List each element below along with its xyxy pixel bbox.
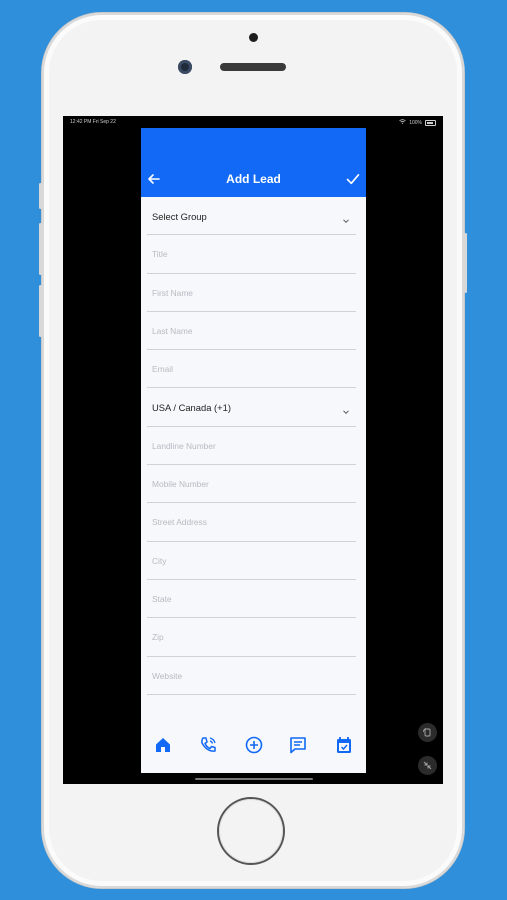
mute-switch (39, 183, 42, 209)
city-field[interactable]: City (141, 542, 366, 580)
app-window: Add Lead Select Group Title First Name L… (141, 128, 366, 773)
message-icon[interactable] (288, 735, 308, 755)
state-placeholder: State (152, 593, 172, 604)
home-indicator (195, 778, 313, 780)
title-field[interactable]: Title (141, 235, 366, 274)
zip-field[interactable]: Zip (141, 618, 366, 657)
first-name-placeholder: First Name (152, 287, 193, 298)
bottom-tab-bar (141, 713, 366, 773)
add-circle-icon[interactable] (244, 735, 264, 755)
city-placeholder: City (152, 555, 167, 566)
calendar-icon[interactable] (334, 735, 354, 755)
volume-up-button (39, 223, 42, 275)
landline-placeholder: Landline Number (152, 440, 216, 451)
proximity-sensor (249, 33, 258, 42)
status-indicators: 100% (399, 119, 436, 126)
country-code-select[interactable]: USA / Canada (+1) (141, 388, 366, 427)
website-placeholder: Website (152, 670, 183, 681)
street-address-placeholder: Street Address (152, 517, 207, 528)
status-time: 12:42 PM Fri Sep 22 (70, 119, 116, 125)
last-name-field[interactable]: Last Name (141, 312, 366, 351)
mobile-placeholder: Mobile Number (152, 479, 209, 490)
power-button (464, 233, 467, 293)
divider (147, 693, 356, 695)
page-title: Add Lead (226, 172, 281, 186)
home-button[interactable] (219, 799, 283, 863)
zip-placeholder: Zip (152, 632, 164, 643)
volume-down-button (39, 285, 42, 337)
street-address-field[interactable]: Street Address (141, 503, 366, 542)
email-field[interactable]: Email (141, 350, 366, 389)
wifi-icon (399, 119, 406, 126)
last-name-placeholder: Last Name (152, 325, 193, 336)
battery-icon (425, 119, 436, 126)
website-field[interactable]: Website (141, 657, 366, 695)
group-select[interactable]: Select Group (141, 197, 366, 236)
country-code-value: USA / Canada (+1) (152, 402, 231, 414)
chevron-down-icon (342, 212, 350, 224)
phone-call-icon[interactable] (198, 735, 218, 755)
lead-form: Select Group Title First Name Last Name … (141, 197, 366, 695)
rotate-icon[interactable] (418, 723, 437, 742)
compress-icon[interactable] (418, 756, 437, 775)
mobile-field[interactable]: Mobile Number (141, 465, 366, 504)
landline-field[interactable]: Landline Number (141, 427, 366, 466)
email-placeholder: Email (152, 364, 173, 375)
chevron-down-icon (342, 403, 350, 415)
check-icon[interactable] (345, 171, 361, 187)
screen: 12:42 PM Fri Sep 22 100% Add Lead Select… (63, 116, 443, 784)
front-camera (178, 60, 192, 74)
battery-percent: 100% (409, 119, 422, 126)
state-field[interactable]: State (141, 580, 366, 619)
title-placeholder: Title (152, 249, 168, 260)
first-name-field[interactable]: First Name (141, 274, 366, 312)
home-icon[interactable] (153, 735, 173, 755)
group-select-value: Select Group (152, 211, 207, 222)
header-bar: Add Lead (141, 128, 366, 197)
earpiece-speaker (220, 63, 286, 71)
